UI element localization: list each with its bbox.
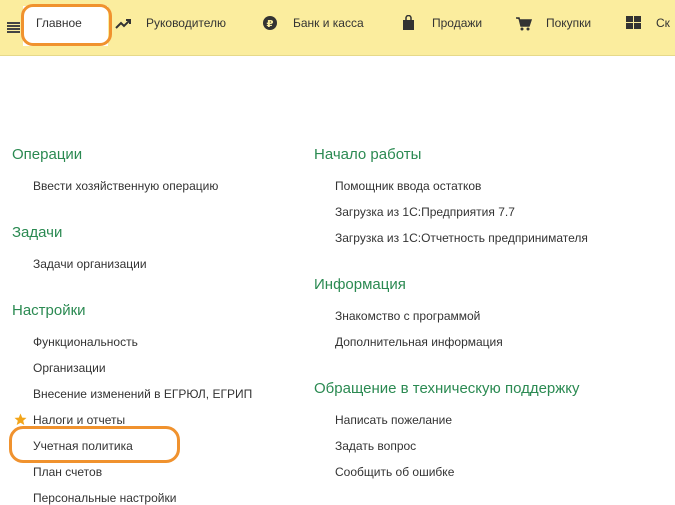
link-program-intro[interactable]: Знакомство с программой: [335, 309, 480, 323]
link-balance-wizard[interactable]: Помощник ввода остатков: [335, 179, 481, 193]
link-import-1c-entrepreneur[interactable]: Загрузка из 1С:Отчетность предпринимател…: [335, 231, 588, 245]
section-title-getting-started: Начало работы: [314, 146, 422, 163]
link-write-suggestion[interactable]: Написать пожелание: [335, 413, 452, 427]
ruble-coin-icon: ₽: [262, 15, 280, 31]
link-chart-of-accounts[interactable]: План счетов: [33, 465, 102, 479]
link-ask-question[interactable]: Задать вопрос: [335, 439, 416, 453]
grid-icon: [625, 15, 643, 31]
link-enter-operation[interactable]: Ввести хозяйственную операцию: [33, 179, 218, 193]
tab-bank-cash-label: Банк и касса: [293, 16, 364, 30]
tab-purchases-label: Покупки: [546, 16, 592, 30]
tab-warehouse[interactable]: Ск: [625, 14, 670, 32]
top-navigation-bar: Главное Руководителю ₽ Банк и касса Прод…: [0, 0, 675, 56]
trend-up-icon: [115, 15, 133, 31]
tab-sales-label: Продажи: [432, 16, 483, 30]
link-egrul-changes[interactable]: Внесение изменений в ЕГРЮЛ, ЕГРИП: [33, 387, 252, 401]
section-title-tech-support: Обращение в техническую поддержку: [314, 380, 580, 397]
favorite-star-icon[interactable]: [14, 413, 27, 426]
link-additional-info[interactable]: Дополнительная информация: [335, 335, 503, 349]
link-import-1c77[interactable]: Загрузка из 1С:Предприятия 7.7: [335, 205, 515, 219]
svg-text:₽: ₽: [267, 19, 274, 30]
tab-main[interactable]: Главное: [23, 6, 108, 46]
tab-manager-label: Руководителю: [146, 16, 227, 30]
shopping-bag-icon: [401, 14, 419, 31]
menu-icon[interactable]: [7, 22, 20, 33]
tab-sales[interactable]: Продажи: [401, 14, 482, 32]
tab-purchases[interactable]: Покупки: [515, 14, 591, 32]
link-organizations[interactable]: Организации: [33, 361, 106, 375]
shopping-cart-icon: [515, 15, 533, 31]
tab-warehouse-label: Ск: [656, 16, 670, 30]
section-title-information: Информация: [314, 276, 406, 293]
section-title-settings: Настройки: [12, 302, 86, 319]
tab-bank-cash[interactable]: ₽ Банк и касса: [262, 14, 364, 32]
section-title-operations: Операции: [12, 146, 83, 163]
link-functionality[interactable]: Функциональность: [33, 335, 138, 349]
link-organization-tasks[interactable]: Задачи организации: [33, 257, 147, 271]
tab-main-label: Главное: [36, 16, 82, 30]
link-taxes-reports[interactable]: Налоги и отчеты: [33, 413, 125, 427]
link-report-error[interactable]: Сообщить об ошибке: [335, 465, 454, 479]
tab-manager[interactable]: Руководителю: [115, 14, 226, 32]
link-accounting-policy[interactable]: Учетная политика: [33, 439, 133, 453]
link-personal-settings[interactable]: Персональные настройки: [33, 491, 176, 505]
section-title-tasks: Задачи: [12, 224, 63, 241]
